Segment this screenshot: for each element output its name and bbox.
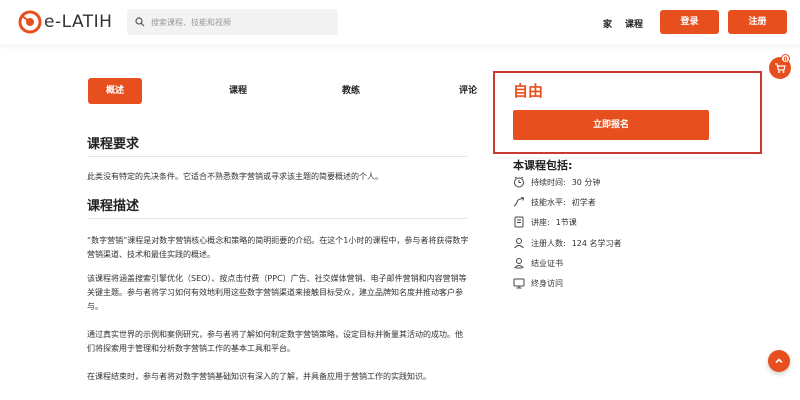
- enroll-now-button[interactable]: 立即报名: [513, 110, 709, 140]
- include-value: 30 分钟: [571, 177, 601, 187]
- include-duration: 持续时间: 30 分钟: [513, 175, 600, 189]
- user-icon: [514, 238, 524, 249]
- tab-reviews[interactable]: 评论: [446, 78, 490, 104]
- logo-mark-icon: [18, 10, 42, 34]
- section-divider: [87, 218, 467, 219]
- login-button[interactable]: 登录: [660, 10, 719, 34]
- description-paragraph: 在课程结束时，参与者将对数字营销基础知识有深入的了解，并具备应用于营销工作的实践…: [87, 372, 431, 381]
- include-lectures: 讲座: 1节课: [513, 215, 577, 229]
- include-certificate: 结业证书: [513, 256, 569, 270]
- chevron-up-icon: [775, 358, 783, 364]
- include-label: 结业证书: [531, 258, 563, 268]
- requirements-heading: 课程要求: [87, 137, 140, 152]
- include-label: 讲座:: [531, 217, 550, 227]
- logo-text: e-LATIH: [44, 12, 113, 32]
- include-label: 持续时间:: [531, 177, 566, 187]
- includes-heading: 本课程包括:: [513, 159, 573, 172]
- course-tabs: 概述 课程 教练 评论: [86, 78, 490, 104]
- search-input[interactable]: [151, 17, 331, 27]
- include-value: 1节课: [555, 217, 577, 227]
- tab-overview[interactable]: 概述: [88, 78, 142, 104]
- signup-button[interactable]: 注册: [728, 10, 787, 34]
- search-box[interactable]: [127, 9, 338, 35]
- tab-instructor[interactable]: 教练: [326, 78, 376, 104]
- include-lifetime-access: 终身访问: [513, 276, 569, 290]
- search-icon: [135, 17, 145, 27]
- include-enrolled: 注册人数: 124 名学习者: [513, 236, 622, 250]
- include-label: 注册人数:: [531, 238, 566, 248]
- cart-count-badge: 0: [781, 54, 790, 63]
- scroll-to-top-button[interactable]: [768, 350, 790, 372]
- include-value: 初学者: [571, 197, 596, 207]
- description-paragraph: “数字营销”课程是对数字营销核心概念和策略的简明扼要的介绍。在这个1小时的课程中…: [87, 236, 469, 259]
- monitor-icon: [513, 278, 525, 289]
- cart-icon: [775, 63, 786, 73]
- description-paragraph: 通过真实世界的示例和案例研究，参与者将了解如何制定数字营销策略，设定目标并衡量其…: [87, 330, 463, 353]
- site-header: e-LATIH 家 课程 登录 注册: [0, 0, 800, 44]
- lecture-icon: [514, 216, 524, 228]
- nav-courses-link[interactable]: 课程: [625, 17, 643, 30]
- nav-home-link[interactable]: 家: [603, 17, 612, 30]
- section-divider: [87, 156, 467, 157]
- include-label: 终身访问: [531, 278, 563, 288]
- site-logo[interactable]: e-LATIH: [18, 10, 112, 34]
- tab-curriculum[interactable]: 课程: [208, 78, 268, 104]
- description-heading: 课程描述: [87, 199, 140, 214]
- requirements-text: 此类没有特定的先决条件。它适合不熟悉数字营销或寻求该主题的简要概述的个人。: [87, 172, 383, 181]
- clock-icon: [514, 176, 524, 188]
- level-icon: [513, 197, 525, 207]
- description-paragraph: 该课程将涵盖搜索引擎优化（SEO）、按点击付费（PPC）广告、社交媒体营销、电子…: [87, 274, 467, 311]
- include-label: 技能水平:: [531, 197, 566, 207]
- include-value: 124 名学习者: [571, 238, 622, 248]
- course-price: 自由: [513, 82, 544, 100]
- include-skill-level: 技能水平: 初学者: [513, 195, 596, 209]
- certificate-icon: [514, 258, 524, 269]
